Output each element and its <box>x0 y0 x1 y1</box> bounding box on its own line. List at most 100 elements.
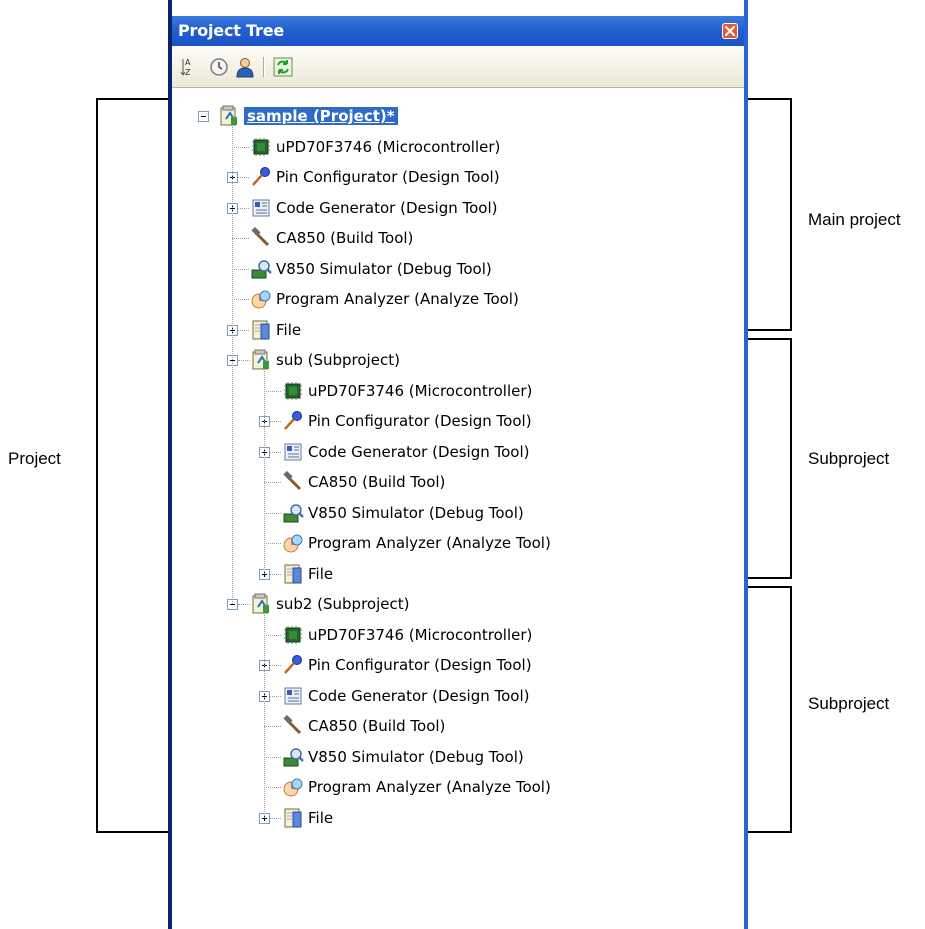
tree-item[interactable]: V850 Simulator (Debug Tool) <box>250 255 492 283</box>
collapse-button[interactable] <box>198 111 209 122</box>
tree-connector <box>264 726 281 727</box>
project-icon <box>250 593 272 615</box>
close-icon <box>724 25 736 37</box>
project-tree: sample (Project)* uPD70F3746 (Microcontro… <box>172 88 744 929</box>
close-button[interactable] <box>722 23 738 39</box>
tree-connector <box>264 787 281 788</box>
tree-item[interactable]: Code Generator (Design Tool) <box>282 438 530 466</box>
tree-item[interactable]: Program Analyzer (Analyze Tool) <box>250 285 519 313</box>
tree-item[interactable]: Program Analyzer (Analyze Tool) <box>282 529 551 557</box>
tree-node-label: File <box>308 808 334 827</box>
refresh-icon <box>273 57 293 77</box>
debug-icon <box>282 502 304 524</box>
tree-connector <box>270 695 281 697</box>
tree-item[interactable]: Code Generator (Design Tool) <box>282 682 530 710</box>
tree-connector <box>270 421 281 422</box>
tree-item[interactable]: Program Analyzer (Analyze Tool) <box>282 773 551 801</box>
chip-icon <box>282 624 304 646</box>
tree-connector <box>270 451 281 453</box>
tree-node-label: CA850 (Build Tool) <box>276 229 414 247</box>
tree-node-label: sub2 (Subproject) <box>276 595 410 613</box>
tree-item[interactable]: Pin Configurator (Design Tool) <box>282 651 532 679</box>
tree-connector <box>232 146 249 148</box>
tree-connector <box>232 268 249 270</box>
tree-node-label: Program Analyzer (Analyze Tool) <box>308 778 551 796</box>
tree-node-label: uPD70F3746 (Microcontroller) <box>276 137 501 156</box>
tree-item[interactable]: Pin Configurator (Design Tool) <box>250 163 500 191</box>
tree-item[interactable]: File <box>250 316 301 344</box>
debug-icon <box>250 258 272 280</box>
tree-connector <box>264 615 265 818</box>
tree-connector <box>232 238 249 239</box>
project-bracket-top <box>96 98 168 100</box>
tree-item[interactable]: uPD70F3746 (Microcontroller) <box>250 133 500 161</box>
pin-icon <box>282 410 304 432</box>
tree-node-label: Pin Configurator (Design Tool) <box>308 412 532 430</box>
code-generator-icon <box>250 197 272 219</box>
tree-root-project[interactable]: sample (Project)* <box>218 102 398 130</box>
clock-icon <box>210 58 228 76</box>
analyzer-icon <box>282 532 304 554</box>
tree-node-label: V850 Simulator (Debug Tool) <box>308 503 524 522</box>
pin-icon <box>250 166 272 188</box>
tree-subproject[interactable]: sub (Subproject) <box>250 346 400 374</box>
tree-connector <box>264 482 281 483</box>
tree-item[interactable]: uPD70F3746 (Microcontroller) <box>282 621 532 649</box>
tree-subproject[interactable]: sub2 (Subproject) <box>250 590 409 618</box>
sort-az-icon: A Z <box>180 58 191 77</box>
tree-node-label: Code Generator (Design Tool) <box>276 198 498 217</box>
project-tree-panel: Project Tree A Z sample (Project)* uPD70… <box>168 0 748 929</box>
hammer-icon <box>282 470 304 493</box>
analyzer-icon <box>250 288 272 310</box>
tree-item[interactable]: CA850 (Build Tool) <box>282 468 445 496</box>
tree-node-label: uPD70F3746 (Microcontroller) <box>308 625 533 644</box>
tree-node-label: Pin Configurator (Design Tool) <box>276 168 500 186</box>
project-icon <box>218 105 240 127</box>
pin-icon <box>282 654 304 676</box>
project-annotation-label: Project <box>8 449 61 468</box>
subproject-1-annotation-label: Subproject <box>808 449 890 468</box>
hammer-icon <box>282 714 304 737</box>
tree-item[interactable]: Code Generator (Design Tool) <box>250 194 498 222</box>
user-icon <box>236 58 254 78</box>
tree-node-label: Code Generator (Design Tool) <box>308 686 530 705</box>
tree-connector <box>238 207 249 209</box>
svg-text:Z: Z <box>185 68 191 77</box>
tree-item[interactable]: V850 Simulator (Debug Tool) <box>282 499 524 527</box>
tree-item[interactable]: File <box>282 804 333 832</box>
tree-node-label: V850 Simulator (Debug Tool) <box>308 747 524 766</box>
tree-connector <box>238 177 249 178</box>
file-icon <box>282 563 304 585</box>
tree-item[interactable]: CA850 (Build Tool) <box>250 224 413 252</box>
tree-connector <box>264 543 281 544</box>
tree-node-label: Program Analyzer (Analyze Tool) <box>276 290 519 308</box>
tree-item[interactable]: File <box>282 560 333 588</box>
tree-node-label: File <box>308 564 334 583</box>
project-bracket <box>96 98 98 833</box>
tree-item[interactable]: V850 Simulator (Debug Tool) <box>282 743 524 771</box>
tree-connector <box>270 573 281 575</box>
tree-item[interactable]: CA850 (Build Tool) <box>282 712 445 740</box>
chip-icon <box>282 380 304 402</box>
debug-icon <box>282 746 304 768</box>
file-icon <box>282 807 304 829</box>
sort-button[interactable]: A Z <box>178 56 200 78</box>
tree-node-label: V850 Simulator (Debug Tool) <box>276 259 492 278</box>
analyzer-icon <box>282 776 304 798</box>
main-project-bracket <box>790 98 792 331</box>
tree-connector <box>264 756 281 758</box>
history-button[interactable] <box>208 56 230 78</box>
toolbar: A Z <box>172 46 744 88</box>
tree-item[interactable]: uPD70F3746 (Microcontroller) <box>282 377 532 405</box>
tree-node-label: Code Generator (Design Tool) <box>308 442 530 461</box>
tree-node-label: sub (Subproject) <box>276 351 400 369</box>
tree-item[interactable]: Pin Configurator (Design Tool) <box>282 407 532 435</box>
file-icon <box>250 319 272 341</box>
refresh-button[interactable] <box>272 56 294 78</box>
tree-node-label: sample (Project)* <box>244 107 398 125</box>
code-generator-icon <box>282 441 304 463</box>
user-button[interactable] <box>234 56 256 78</box>
tree-node-label: Program Analyzer (Analyze Tool) <box>308 534 551 552</box>
tree-connector <box>264 371 265 574</box>
main-project-annotation-label: Main project <box>808 210 901 229</box>
